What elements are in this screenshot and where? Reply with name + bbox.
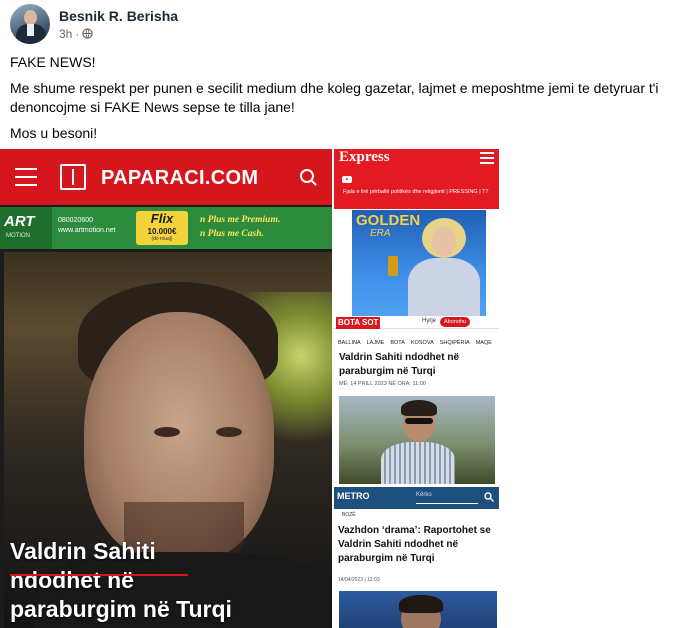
- metro-search-input: Kërko: [416, 492, 478, 504]
- metro-date: 14/04/2023 | 12:03: [338, 577, 380, 583]
- botasot-header: BOTA SOT Hyrje Abonohu: [334, 317, 499, 329]
- search-icon: [300, 169, 317, 186]
- post-paragraph: FAKE NEWS!: [10, 54, 96, 70]
- ad-slogan: n Plus me Premium. n Plus me Cash.: [200, 215, 281, 239]
- express-header: Express Fjala e lirë përballë politikës …: [334, 149, 499, 209]
- metro-logo: METRO: [337, 491, 370, 501]
- youtube-icon: [342, 176, 352, 183]
- paparaci-screenshot[interactable]: PAPARACI.COM ART MOTION 080020600 www.ar…: [0, 149, 332, 628]
- hamburger-icon: [480, 152, 494, 167]
- paparaci-header: PAPARACI.COM: [0, 149, 332, 205]
- paparaci-logo-icon: [60, 164, 86, 190]
- metro-photo: [339, 591, 497, 628]
- login-link: Hyrje: [422, 318, 437, 324]
- avatar[interactable]: [10, 4, 50, 44]
- botasot-nav: BALLINA LAJME BOTA KOSOVA SHQIPËRIA MAQE: [338, 340, 492, 346]
- globe-icon[interactable]: [82, 28, 94, 39]
- post-paragraph: Mos u besoni!: [10, 125, 98, 141]
- express-logo: Express: [339, 149, 390, 165]
- metro-title: Vazhdon ‘drama’: Raportohet se Valdrin S…: [338, 525, 491, 564]
- post-text: FAKE NEWS! Me shume respekt per punen e …: [10, 53, 670, 150]
- search-icon: [484, 492, 494, 502]
- post-header: Besnik R. Berisha 3h ·: [10, 4, 178, 44]
- paparaci-logo: PAPARACI.COM: [101, 167, 259, 189]
- article-headline: Valdrin Sahiti ndodhet në paraburgim në …: [10, 538, 232, 622]
- post-meta: 3h ·: [59, 26, 178, 42]
- subscribe-button: Abonohu: [440, 317, 471, 327]
- post-time[interactable]: 3h: [59, 26, 72, 42]
- botasot-title: Valdrin Sahiti ndodhet në paraburgim në …: [339, 352, 460, 377]
- art-motion-logo: ART MOTION: [0, 207, 52, 249]
- author-name[interactable]: Besnik R. Berisha: [59, 7, 178, 25]
- botasot-date: MË: 14 PRILL 2023 NË ORA: 11:00: [339, 381, 426, 387]
- meta-separator: ·: [75, 26, 80, 41]
- metro-category: BOZË: [342, 512, 356, 518]
- express-tagline: Fjala e lirë përballë politikës dhe reli…: [343, 189, 489, 195]
- art-motion-ad: ART MOTION 080020600 www.artmotion.net F…: [0, 207, 332, 249]
- hamburger-icon: [15, 168, 37, 186]
- flix-badge: Flix 10.000€ (do muaj): [136, 211, 188, 245]
- author-block: Besnik R. Berisha 3h ·: [59, 7, 178, 42]
- headline-underline: [10, 574, 188, 576]
- news-screenshots[interactable]: Express Fjala e lirë përballë politikës …: [334, 149, 499, 628]
- botasot-photo: [339, 396, 495, 484]
- botasot-logo: BOTA SOT: [336, 317, 381, 329]
- post-paragraph: Me shume respekt per punen e secilit med…: [10, 80, 659, 115]
- golden-era-ad: GOLDEN ERA: [352, 210, 486, 316]
- ad-contact: 080020600 www.artmotion.net: [58, 217, 116, 234]
- metro-header: METRO Kërko: [334, 487, 499, 509]
